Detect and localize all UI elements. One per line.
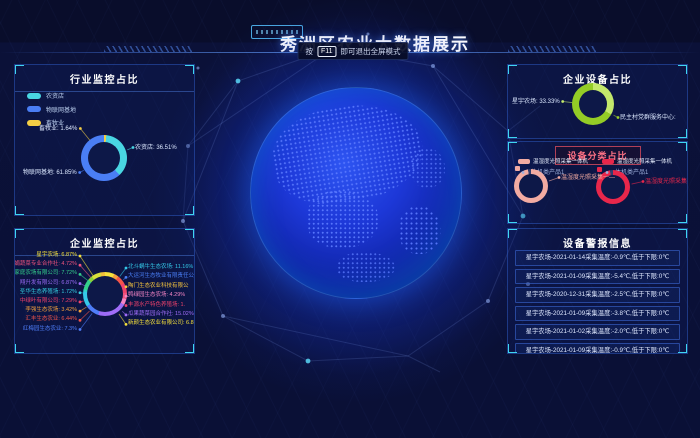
alarm-row: 星宇农场-2021-01-09采集温度:-3.8℃,低于下限:0℃ — [515, 306, 680, 322]
enterprise-donut-chart — [83, 272, 127, 316]
alarm-row: 星宇农场-2021-01-09采集温度:-5.4℃,低于下限:0℃ — [515, 269, 680, 285]
chart-callout: 丰源水产特色养殖场: 1. — [128, 302, 185, 308]
chart-callout: 翔升发有限公司: 6.87% — [20, 280, 77, 286]
industry-donut-chart — [81, 135, 127, 181]
chart-callout: 陶门生态农业科技有限公 — [128, 283, 189, 289]
legend-item: 物联网基地 — [27, 105, 76, 114]
chart-callout: 农资店: 36.51% — [135, 142, 177, 151]
legend-swatch — [27, 93, 41, 99]
chart-callout: 星宇农场: 33.33% — [512, 96, 560, 105]
legend-label: 温湿度光照采集一体机 — [533, 157, 588, 165]
tip-prefix: 按 — [305, 46, 313, 57]
panel-title-device-alarm: 设备警报信息 — [508, 229, 687, 250]
alarm-list: 星宇农场-2021-01-14采集温度:-0.9℃,低于下限:0℃ 星宇农场-20… — [515, 250, 680, 354]
tip-suffix: 即可退出全屏模式 — [341, 46, 401, 57]
ring-notch-decoration — [515, 166, 520, 171]
chart-callout: 新颜生态农业有限公司: 6.87% — [128, 320, 195, 326]
legend-swatch — [602, 159, 614, 164]
legend-label: 农资店 — [46, 91, 64, 100]
chart-callout: 汇丰生态农业: 6.44% — [25, 316, 77, 322]
panel-industry-monitor: 行业监控占比 农资店 物联网基地 畜牧业 畜牧业: 1.64% 农资店: 36.5… — [14, 64, 195, 216]
chart-callout: 李强生态农场: 3.42% — [25, 307, 77, 313]
industry-legend: 农资店 物联网基地 畜牧业 — [27, 91, 76, 127]
chart-callout: 星宇农场: 6.87% — [36, 252, 77, 258]
legend-item: 农资店 — [27, 91, 76, 100]
globe-continent-dots — [337, 252, 395, 282]
panel-enterprise-monitor: 企业监控占比 星宇农场: 6.87%彩娟蔬菜专业合作社: 4.72%家庭农场有限… — [14, 228, 195, 354]
chart-callout: 彩娟蔬菜专业合作社: 4.72% — [14, 261, 77, 267]
chart-callout: 家庭农场有限公司: 7.72% — [14, 270, 77, 276]
ring-notch-decoration — [597, 167, 602, 172]
chart-callout: 大运河生态牧业有限责任公 — [128, 273, 194, 279]
chart-callout: 鸭绿园生态农场: 4.29% — [128, 292, 185, 298]
chart-callout: 中绿叶有限公司: 7.29% — [20, 298, 77, 304]
alarm-row: 星宇农场-2020-12-31采集温度:-2.5℃,低于下限:0℃ — [515, 287, 680, 303]
f11-key-badge: F11 — [317, 46, 337, 57]
chart-callout: 北斗蜗牛生态农场: 11.16% — [128, 264, 193, 270]
legend-label: 物联网基地 — [46, 105, 76, 114]
fullscreen-tip: 按 F11 即可退出全屏模式 — [297, 42, 408, 60]
chart-callout: 圣华生态养殖场: 1.72% — [20, 289, 77, 295]
device-donut-chart — [572, 83, 614, 125]
alarm-row: 星宇农场-2021-01-02采集温度:-2.0℃,低于下限:0℃ — [515, 324, 680, 340]
panel-enterprise-device: 企业设备占比 星宇农场: 33.33%民主村党群服务中心: — [507, 64, 688, 139]
legend-label: 温湿度光照采集一体机 — [617, 157, 672, 165]
globe-continent-dots — [307, 190, 379, 248]
enterprise-labels-right: 北斗蜗牛生态农场: 11.16% 大运河生态牧业有限责任公陶门生态农业科技有限公鸭… — [128, 264, 195, 326]
alarm-row: 星宇农场-2021-01-14采集温度:-0.9℃,低于下限:0℃ — [515, 250, 680, 266]
chart-callout: 瓜果蔬菜园合作社: 15.02% — [128, 311, 194, 317]
chart-callout: 物联网基地: 61.85% — [23, 167, 77, 176]
globe-continent-dots — [399, 206, 441, 254]
panel-device-category: 设备分类占比 温湿度光照采集一体机 温湿度光照采集一体机 一体机类产品1 一体机… — [507, 141, 688, 224]
chart-callout: 民主村党群服务中心: — [620, 112, 676, 121]
enterprise-labels-left: 星宇农场: 6.87% 彩娟蔬菜专业合作社: 4.72% 家庭农场有限公司: 7.7… — [17, 252, 77, 332]
panel-title-industry: 行业监控占比 — [15, 65, 194, 92]
category-donut-left — [514, 169, 548, 203]
chart-callout: 红梅园生态农业: 7.3% — [23, 326, 77, 332]
chart-callout: 温湿度光照采集一— — [561, 172, 615, 181]
alarm-row: 星宇农场-2021-01-09采集温度:-0.9℃,低于下限:0℃ — [515, 343, 680, 355]
chart-callout: 温湿度光照采集一— — [645, 176, 688, 185]
globe — [250, 87, 462, 299]
panel-device-alarm: 设备警报信息 星宇农场-2021-01-14采集温度:-0.9℃,低于下限:0℃… — [507, 228, 688, 354]
globe-continent-dots — [411, 148, 445, 188]
legend-swatch — [27, 106, 41, 112]
chart-callout: 畜牧业: 1.64% — [39, 123, 77, 132]
dashboard-screen: 秀洲区农业大数据展示 按 F11 即可退出全屏模式 — [0, 0, 700, 438]
legend-swatch — [518, 159, 530, 164]
